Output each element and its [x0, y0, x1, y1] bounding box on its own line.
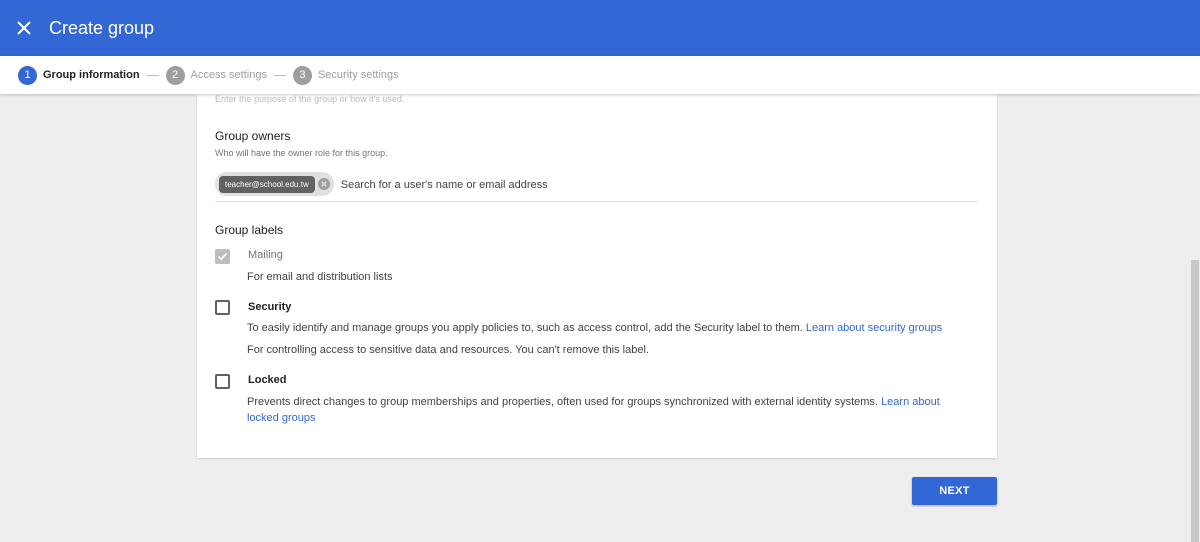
mailing-label: Mailing — [248, 249, 283, 261]
scrollbar-thumb[interactable] — [1191, 260, 1199, 542]
mailing-description: For email and distribution lists — [247, 271, 393, 283]
security-learn-more-link[interactable]: Learn about security groups — [806, 322, 942, 334]
security-note: For controlling access to sensitive data… — [247, 344, 649, 356]
step-label: Group information — [43, 69, 140, 81]
form-card: Enter the purpose of the group or how it… — [197, 94, 997, 458]
security-label: Security — [248, 301, 292, 313]
locked-checkbox[interactable] — [215, 374, 230, 389]
next-button[interactable]: NEXT — [912, 477, 997, 505]
locked-label: Locked — [248, 374, 287, 386]
step-label: Security settings — [317, 69, 399, 81]
step-security-settings[interactable]: 3 Security settings — [292, 65, 399, 85]
stepper: 1 Group information 2 Access settings 3 … — [0, 56, 1200, 94]
owner-chip[interactable]: teacher@school.edu.tw — [215, 172, 334, 196]
step-access-settings[interactable]: 2 Access settings — [165, 65, 267, 85]
security-checkbox[interactable] — [215, 300, 230, 315]
locked-description: Prevents direct changes to group members… — [247, 394, 972, 426]
owner-search-input[interactable] — [340, 179, 741, 191]
step-number: 3 — [292, 65, 312, 85]
step-separator — [146, 74, 159, 76]
locked-description-text: Prevents direct changes to group members… — [247, 396, 878, 408]
page-title: Create group — [49, 17, 155, 38]
step-label: Access settings — [190, 69, 267, 81]
security-description-text: To easily identify and manage groups you… — [247, 322, 803, 334]
top-app-bar: Create group — [0, 0, 1200, 56]
cancel-icon — [317, 178, 330, 190]
chip-remove-button[interactable] — [317, 178, 330, 190]
check-icon — [217, 252, 228, 261]
mailing-checkbox[interactable] — [215, 249, 230, 264]
owners-field: teacher@school.edu.tw — [215, 169, 978, 202]
close-icon — [17, 21, 31, 35]
step-group-information[interactable]: 1 Group information — [18, 65, 140, 85]
group-owners-subtitle: Who will have the owner role for this gr… — [215, 148, 388, 158]
group-labels-title: Group labels — [215, 223, 284, 237]
step-number: 1 — [18, 65, 37, 85]
step-separator — [273, 74, 286, 76]
description-hint: Enter the purpose of the group or how it… — [215, 94, 405, 104]
step-number: 2 — [165, 65, 185, 85]
group-owners-title: Group owners — [215, 129, 291, 143]
close-button[interactable] — [0, 0, 48, 56]
owner-chip-email: teacher@school.edu.tw — [219, 175, 315, 193]
security-description: To easily identify and manage groups you… — [247, 320, 972, 336]
